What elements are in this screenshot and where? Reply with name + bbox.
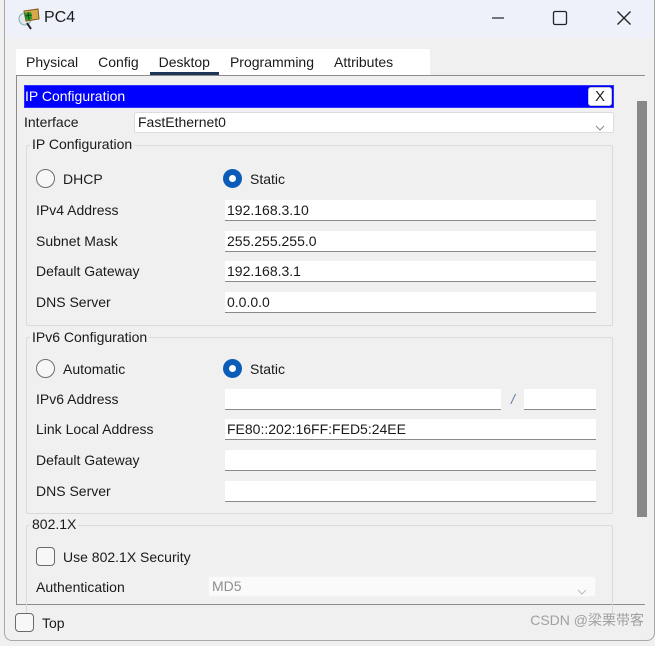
checkbox-unchecked-icon (36, 547, 55, 566)
title-bar[interactable]: PC4 (5, 0, 654, 38)
maximize-icon (552, 10, 568, 29)
radio-checked-icon (223, 169, 242, 188)
radio-unchecked-icon (36, 169, 55, 188)
dot1x-group (26, 525, 613, 615)
minimize-icon (491, 11, 505, 28)
use-dot1x-checkbox[interactable]: Use 802.1X Security (36, 547, 191, 566)
authentication-label: Authentication (36, 579, 125, 595)
tab-bar: Physical Config Desktop Programming Attr… (16, 49, 430, 75)
ipv4-static-label: Static (250, 170, 286, 187)
top-checkbox[interactable]: Top (15, 613, 65, 632)
ipv6-address-label: IPv6 Address (36, 391, 119, 407)
maximize-button[interactable] (537, 0, 583, 38)
ipv4-dns-label: DNS Server (36, 294, 111, 310)
ip-config-header-title: IP Configuration (25, 88, 126, 104)
ipv6-gateway-label: Default Gateway (36, 452, 140, 468)
radio-checked-icon (223, 359, 242, 378)
desktop-content: IP Configuration X Interface FastEtherne… (16, 75, 647, 615)
ip-config-header: IP Configuration X (24, 85, 614, 108)
ipv4-static-radio[interactable]: Static (223, 169, 285, 188)
interface-select[interactable]: FastEthernet0 (134, 112, 614, 133)
chevron-down-icon (577, 582, 587, 595)
link-local-input[interactable] (225, 419, 596, 440)
window-title: PC4 (44, 9, 76, 26)
dot1x-group-title: 802.1X (30, 516, 79, 532)
close-button[interactable] (601, 0, 647, 38)
pc-device-icon (17, 7, 41, 31)
prefix-separator: / (511, 391, 515, 407)
ipv4-gateway-input[interactable] (225, 261, 596, 282)
watermark: CSDN @梁栗带客 (530, 612, 644, 628)
ipv6-automatic-label: Automatic (63, 360, 126, 377)
subnet-mask-label: Subnet Mask (36, 233, 118, 249)
radio-unchecked-icon (36, 359, 55, 378)
ipv6-prefix-input[interactable] (524, 389, 596, 410)
ipv4-address-label: IPv4 Address (36, 202, 119, 218)
link-local-label: Link Local Address (36, 421, 154, 437)
ipv6-address-input[interactable] (225, 389, 501, 410)
scrollbar-thumb[interactable] (637, 101, 647, 517)
pc4-window: PC4 Physical Config Desktop Programming … (4, 0, 655, 641)
tab-programming[interactable]: Programming (220, 49, 324, 75)
close-icon (616, 10, 632, 29)
use-dot1x-label: Use 802.1X Security (63, 548, 191, 565)
dhcp-radio[interactable]: DHCP (36, 169, 103, 188)
vertical-scrollbar[interactable] (635, 76, 647, 604)
ipv6-static-label: Static (250, 360, 286, 377)
subnet-mask-input[interactable] (225, 231, 596, 252)
ip-config-close-button[interactable]: X (588, 87, 612, 106)
ipv4-address-input[interactable] (225, 200, 596, 221)
close-x-icon: X (594, 88, 605, 105)
authentication-select-value: MD5 (212, 578, 242, 594)
ip-configuration-panel: IP Configuration X Interface FastEtherne… (24, 85, 614, 615)
dhcp-label: DHCP (63, 170, 103, 187)
top-label: Top (42, 614, 65, 631)
ipv4-gateway-label: Default Gateway (36, 263, 140, 279)
ipv4-group-title: IP Configuration (30, 136, 135, 152)
checkbox-unchecked-icon (15, 613, 34, 632)
ipv6-dns-label: DNS Server (36, 483, 111, 499)
chevron-down-icon (595, 118, 605, 131)
ipv6-dns-input[interactable] (225, 481, 596, 502)
ipv6-static-radio[interactable]: Static (223, 359, 285, 378)
ipv6-gateway-input[interactable] (225, 450, 596, 471)
interface-select-value: FastEthernet0 (138, 114, 226, 130)
tab-attributes[interactable]: Attributes (324, 49, 403, 75)
minimize-button[interactable] (475, 0, 521, 38)
ipv4-dns-input[interactable] (225, 292, 596, 313)
interface-label: Interface (24, 114, 79, 130)
tab-desktop[interactable]: Desktop (149, 49, 220, 75)
ipv6-group-title: IPv6 Configuration (30, 329, 150, 345)
authentication-select[interactable]: MD5 (208, 576, 596, 597)
tab-physical[interactable]: Physical (16, 49, 88, 75)
ipv6-automatic-radio[interactable]: Automatic (36, 359, 125, 378)
tab-config[interactable]: Config (88, 49, 148, 75)
